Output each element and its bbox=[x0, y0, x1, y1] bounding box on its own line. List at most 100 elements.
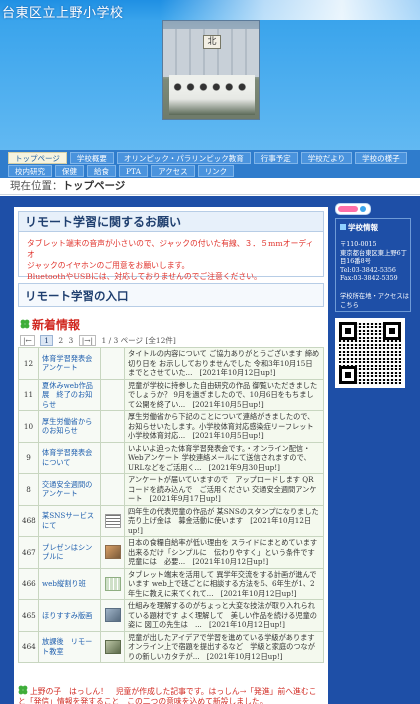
header-cloud-decoration bbox=[160, 0, 420, 20]
remote-notice-box: リモート学習に関するお願い タブレット端末の音声が小さいので、ジャックの付いた有… bbox=[18, 211, 324, 281]
news-thumbnail-image[interactable] bbox=[104, 639, 121, 654]
hasshin-note: 上野の子 はっしん！ 児童が作成した記事です。はっしん→「発進」前へ進むこと「発… bbox=[18, 685, 324, 704]
ribbon-pink-part bbox=[338, 206, 358, 212]
news-row[interactable]: 467 プレゼンはシンプルに 日本の食糧自給率が低い理由を スライドにまとめています… bbox=[18, 536, 324, 569]
nav-item-access[interactable]: アクセス bbox=[151, 165, 195, 177]
news-row-description: タイトルの内容について ご協力ありがとうございます 締め切り日を お示ししており… bbox=[124, 347, 324, 380]
nav-item-school-life[interactable]: 学校の様子 bbox=[355, 152, 407, 164]
pager-last-button[interactable]: |→| bbox=[78, 335, 97, 346]
qr-finder bbox=[339, 322, 357, 340]
nav-row-2: 校内研究 保健 給食 PTA アクセス リンク bbox=[8, 165, 235, 177]
news-thumbnail-image[interactable] bbox=[104, 513, 121, 528]
address-line: Fax:03-3842-5359 bbox=[340, 275, 398, 283]
news-row-title-link[interactable]: プレゼンはシンプルに bbox=[38, 536, 101, 569]
hasshin-note-text: 上野の子 はっしん！ 児童が作成した記事です。はっしん→「発進」前へ進むこと「発… bbox=[18, 687, 317, 704]
news-thumbnail-image[interactable] bbox=[104, 545, 121, 560]
breadcrumb-prefix: 現在位置： bbox=[10, 180, 63, 192]
qr-code bbox=[335, 318, 405, 388]
news-row-title-link[interactable]: web縦割り班 bbox=[38, 567, 101, 600]
news-row-thumbnail-cell bbox=[100, 441, 125, 474]
nav-item-overview[interactable]: 学校概要 bbox=[69, 152, 114, 164]
remote-notice-title: リモート学習に関するお願い bbox=[19, 212, 323, 232]
news-row[interactable]: 12 体育学習発表会 アンケート タイトルの内容について ご協力ありがとうございます… bbox=[18, 347, 324, 380]
news-row-description: いよいよ迫った体育学習発表会です。・オンライン配信・Webアンケート 学校連絡メ… bbox=[124, 441, 324, 474]
main-content: リモート学習に関するお願い タブレット端末の音声が小さいので、ジャックの付いた有… bbox=[14, 207, 328, 704]
news-row-title-link[interactable]: 厚生労働省からのお知らせ bbox=[38, 410, 101, 443]
news-row-number: 8 bbox=[18, 473, 39, 506]
news-title: 新着情報 bbox=[32, 318, 81, 332]
news-row-number: 465 bbox=[18, 599, 39, 632]
news-row-title-link[interactable]: 夏休みweb作品展 終了のお知らせ bbox=[38, 378, 101, 411]
news-row-number: 9 bbox=[18, 441, 39, 474]
news-row-thumbnail-cell bbox=[100, 347, 125, 380]
news-row-description: 仕組みを理解するのがちょっと大変な技法が取り入れられている題材です よく理解して… bbox=[124, 599, 324, 632]
nav-item-top[interactable]: トップページ bbox=[8, 152, 67, 164]
pager-page-1[interactable]: 1 bbox=[40, 335, 53, 346]
school-info-title-text: 学校情報 bbox=[348, 223, 378, 232]
nav-item-links[interactable]: リンク bbox=[197, 165, 235, 177]
news-row[interactable]: 11 夏休みweb作品展 終了のお知らせ 児童が学校に持参した自由研究の作品 御覧い… bbox=[18, 378, 324, 411]
pager-summary: 1 / 3 ページ [全12件] bbox=[101, 336, 176, 345]
address-line: 〒110-0015 bbox=[340, 241, 377, 248]
news-row-number: 467 bbox=[18, 536, 39, 569]
remote-notice-text: タブレット端末の音声が小さいので、ジャックの付いた有線、３．５mmオーディオ ジ… bbox=[27, 238, 321, 282]
pager-page-3[interactable]: 3 bbox=[69, 336, 74, 345]
news-row[interactable]: 468 某SNSサービスにて 四年生の代表児童の作品が 某SNSのスタンプになりまし… bbox=[18, 504, 324, 537]
address-line: 東京都台東区東上野6丁目16番8号 bbox=[340, 249, 407, 266]
news-row-number: 12 bbox=[18, 347, 39, 380]
qr-code-image bbox=[339, 322, 401, 384]
nav-item-pta[interactable]: PTA bbox=[119, 165, 149, 177]
news-row-description: タブレット端末を活用して 異学年交流をする計画が進んでいます web上で班ごとに… bbox=[124, 567, 324, 600]
school-info-title: 学校情報 bbox=[340, 222, 378, 233]
nav-item-research[interactable]: 校内研究 bbox=[8, 165, 52, 177]
news-row-title-link[interactable]: 体育学習発表会について bbox=[38, 441, 101, 474]
news-row-number: 464 bbox=[18, 630, 39, 663]
news-row[interactable]: 8 交通安全週間のアンケート アンケートが届いていますので アップロードします QR… bbox=[18, 473, 324, 506]
qr-finder bbox=[339, 366, 357, 384]
news-row[interactable]: 465 ほりすすみ版画 仕組みを理解するのがちょっと大変な技法が取り入れられている題… bbox=[18, 599, 324, 632]
pager-first-button[interactable]: |← bbox=[20, 335, 35, 346]
news-row-description: 日本の食糧自給率が低い理由を スライドにまとめています 出来るだけ「シンプルに … bbox=[124, 536, 324, 569]
news-row-title-link[interactable]: 体育学習発表会 アンケート bbox=[38, 347, 101, 380]
news-row-thumbnail-cell bbox=[100, 473, 125, 506]
notice-line: ジャックのイヤホンのご用意をお願いします。 bbox=[27, 261, 190, 270]
news-row[interactable]: 9 体育学習発表会について いよいよ迫った体育学習発表会です。・オンライン配信・We… bbox=[18, 441, 324, 474]
news-row-title-link[interactable]: 放課後 リモート教室 bbox=[38, 630, 101, 663]
site-title[interactable]: 台東区立上野小学校 bbox=[2, 2, 124, 21]
nav-item-newsletter[interactable]: 学校だより bbox=[300, 152, 353, 164]
news-row[interactable]: 10 厚生労働省からのお知らせ 厚生労働省から下記のことについて連絡がきましたので、… bbox=[18, 410, 324, 443]
remote-entrance-box[interactable]: リモート学習の入口 bbox=[18, 283, 324, 307]
nav-row-1: トップページ 学校概要 オリンピック・パラリンピック教育 行事予定 学校だより … bbox=[8, 152, 407, 164]
notice-line: タブレット端末の音声が小さいので、ジャックの付いた有線、３．５mmオーディオ bbox=[27, 239, 314, 259]
address-line: Tel:03-3842-5356 bbox=[340, 266, 396, 274]
nav-item-schedule[interactable]: 行事予定 bbox=[253, 152, 298, 164]
main-nav: トップページ 学校概要 オリンピック・パラリンピック教育 行事予定 学校だより … bbox=[0, 150, 420, 178]
news-row-title-link[interactable]: ほりすすみ版画 bbox=[38, 599, 101, 632]
notice-line: BluetoothやUSBには、対応しておりませんのでご注意ください。 bbox=[27, 272, 262, 281]
news-row-number: 468 bbox=[18, 504, 39, 537]
news-row-number: 11 bbox=[18, 378, 39, 411]
news-row-title-link[interactable]: 某SNSサービスにて bbox=[38, 504, 101, 537]
access-link[interactable]: 学校所在地・アクセスはこちら bbox=[340, 293, 412, 310]
news-thumbnail-image[interactable] bbox=[104, 576, 121, 591]
school-info-box: 学校情報 〒110-0015 東京都台東区東上野6丁目16番8号 Tel:03-… bbox=[335, 218, 411, 312]
news-row-description: 厚生労働省から下記のことについて連絡がきましたので、お知らせいたします。小学校体… bbox=[124, 410, 324, 443]
news-thumbnail-image[interactable] bbox=[104, 608, 121, 623]
school-address: 〒110-0015 東京都台東区東上野6丁目16番8号 Tel:03-3842-… bbox=[340, 241, 412, 284]
nav-item-health[interactable]: 保健 bbox=[55, 165, 84, 177]
news-row-description: 四年生の代表児童の作品が 某SNSのスタンプになりました 売り上げ金は 募金活動… bbox=[124, 504, 324, 537]
news-row-description: 児童が出したアイデアで学習を進めている学級があります オンライン上で宿題を提出す… bbox=[124, 630, 324, 663]
news-row[interactable]: 466 web縦割り班 タブレット端末を活用して 異学年交流をする計画が進んでいます… bbox=[18, 567, 324, 600]
news-table: 12 体育学習発表会 アンケート タイトルの内容について ご協力ありがとうございます… bbox=[18, 347, 324, 663]
nav-item-lunch[interactable]: 給食 bbox=[87, 165, 116, 177]
remote-entrance-title[interactable]: リモート学習の入口 bbox=[25, 288, 129, 304]
news-header: 新着情報 bbox=[18, 313, 324, 337]
pager-page-2[interactable]: 2 bbox=[58, 336, 63, 345]
ribbon-icon bbox=[335, 203, 371, 215]
news-row[interactable]: 464 放課後 リモート教室 児童が出したアイデアで学習を進めている学級があります … bbox=[18, 630, 324, 663]
news-row-title-link[interactable]: 交通安全週間のアンケート bbox=[38, 473, 101, 506]
nav-item-olympic[interactable]: オリンピック・パラリンピック教育 bbox=[116, 152, 251, 164]
news-row-description: 児童が学校に持参した自由研究の作品 御覧いただきましたでしょうか？ 9月を過ぎま… bbox=[124, 378, 324, 411]
students-group-image bbox=[169, 75, 255, 115]
breadcrumb: 現在位置：トップページ bbox=[0, 178, 420, 195]
